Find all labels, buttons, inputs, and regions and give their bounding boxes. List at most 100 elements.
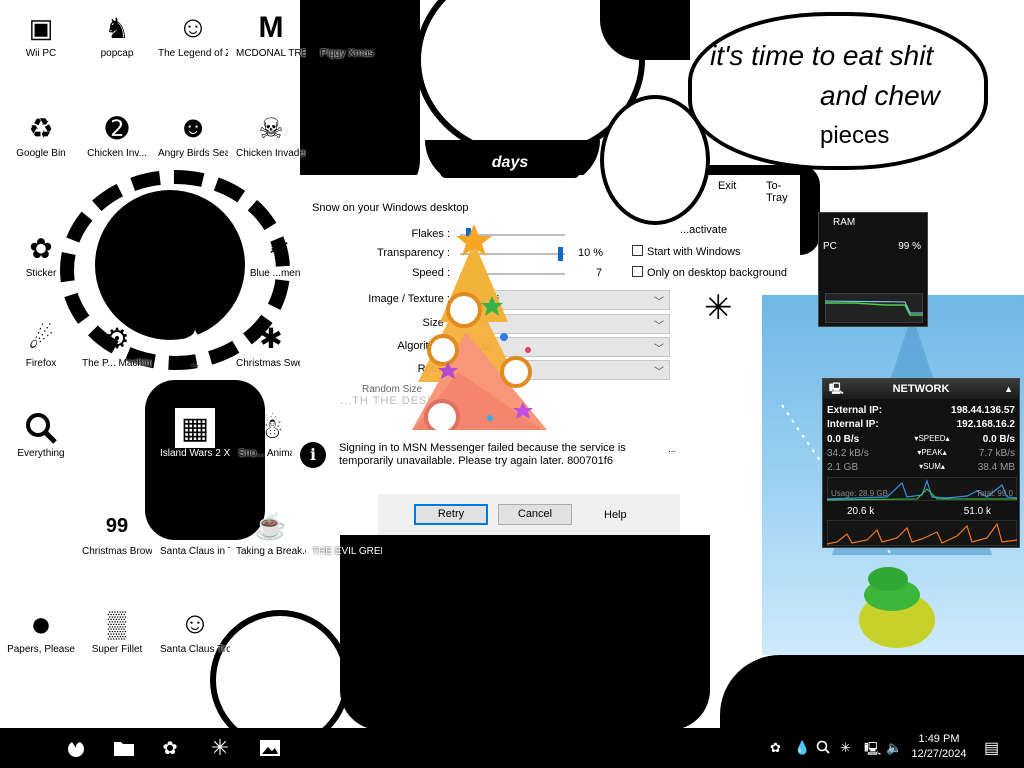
- magnifier-icon: [21, 408, 61, 448]
- image-taskbar-icon[interactable]: [254, 734, 286, 762]
- network-tray-icon[interactable]: 🖳: [864, 740, 881, 762]
- coffee-icon: ☕: [254, 510, 288, 541]
- notification-icon[interactable]: ▤: [984, 738, 999, 758]
- search-tray-icon[interactable]: [816, 740, 830, 757]
- desktop-icon-label: Wii PC: [25, 48, 57, 59]
- sum-label: ▾SUM▴: [919, 462, 945, 471]
- checkbox-box[interactable]: [632, 266, 643, 277]
- desktop-icon-super-fillet[interactable]: ▒ Super Fillet: [82, 604, 152, 656]
- snowflake-taskbar-icon[interactable]: ✳: [204, 734, 236, 762]
- desktop-icon-label: Super Fillet: [91, 644, 143, 655]
- desktop-icon-firefox[interactable]: ☄ Firefox: [6, 318, 76, 370]
- retry-button[interactable]: Retry: [414, 504, 488, 525]
- checkbox-start-with-windows[interactable]: Start with Windows: [632, 245, 741, 258]
- desktop-icon-google-bin[interactable]: ♻ Google Bin: [6, 108, 76, 160]
- peak-label: ▾PEAK▴: [917, 448, 947, 457]
- desktop-icon-label: Taking a Break.exe: [236, 546, 306, 557]
- internal-ip-value: 192.168.16.2: [956, 419, 1015, 430]
- desktop-icon-label: Angry Birds Seasons: [158, 148, 228, 159]
- desktop-icon-island-wars[interactable]: ▦ Island Wars 2 Xmas: [160, 408, 230, 460]
- usage-label: Usage: 28.9 GB: [831, 489, 888, 498]
- desktop-icon-popcap[interactable]: ♞ popcap: [82, 8, 152, 60]
- desktop-icon-unknown[interactable]: ✦ ...: [160, 318, 230, 370]
- desktop-icon-chicken-invaders-u[interactable]: ☠ Chicken Invaders U...: [236, 108, 306, 160]
- cancel-button[interactable]: Cancel: [498, 504, 572, 525]
- super-fillet-icon: ▒: [107, 608, 127, 639]
- checkbox-label: ...activate: [680, 224, 728, 236]
- chevron-down-icon[interactable]: ﹀: [654, 317, 664, 332]
- paw-taskbar-icon[interactable]: ✿: [154, 734, 186, 762]
- santa-icon: ☻: [179, 509, 211, 542]
- mcdonald-icon: M: [258, 11, 284, 44]
- star-icon: ✦: [184, 324, 206, 352]
- checkbox-label: Only on desktop background: [647, 267, 788, 279]
- desktop-icon-label: ...: [190, 358, 200, 369]
- desktop-icon-santa-trouble[interactable]: ☻ Santa Claus in Trouble: [160, 506, 230, 558]
- network-title: NETWORK: [892, 383, 950, 395]
- dialog-button-bar: Retry Cancel Help: [378, 494, 680, 535]
- graph-scale-left: 20.6 k: [847, 506, 875, 517]
- msn-error-dialog: i Signing in to MSN Messenger failed bec…: [292, 430, 688, 535]
- menu-to-tray[interactable]: To-Tray: [766, 180, 800, 204]
- volume-muted-icon[interactable]: 🔈: [886, 740, 902, 756]
- firefox-taskbar-icon[interactable]: [60, 734, 92, 762]
- black-bottom-right: [720, 655, 1024, 728]
- desktop-icon-label: The Legend of Zilda: [158, 48, 228, 59]
- slider-value: 10 %: [578, 247, 604, 259]
- bubble-line-3: pieces: [820, 122, 890, 149]
- peak-row: 34.2 kB/s ▾PEAK▴ 7.7 kB/s: [827, 448, 1015, 461]
- chevron-down-icon[interactable]: ﹀: [654, 363, 664, 378]
- taskbar-clock[interactable]: 1:49 PM 12/27/2024: [904, 732, 974, 762]
- dialog-message: Signing in to MSN Messenger failed becau…: [339, 442, 626, 467]
- desktop-icon-christmas-browser[interactable]: 99 Christmas Browser 99: [82, 506, 152, 558]
- candy-icon: ✱: [259, 322, 283, 354]
- desktop-icon-wii-pc[interactable]: ▣ Wii PC: [6, 8, 76, 60]
- desktop-icon-zilda[interactable]: ☺ The Legend of Zilda: [158, 8, 228, 60]
- desktop-icon-everything[interactable]: Everything: [6, 408, 76, 460]
- desktop-icon-label: Piggy Xmas: [320, 48, 374, 59]
- peak-up: 7.7 kB/s: [978, 448, 1015, 459]
- desktop-icon-mcdonald[interactable]: M MCDONAL TREASURE...: [236, 8, 306, 60]
- speed-down: 0.0 B/s: [827, 434, 860, 445]
- desktop-icon-papers-please[interactable]: ● Papers, Please: [6, 603, 76, 656]
- menu-exit[interactable]: Exit: [718, 180, 736, 192]
- network-gadget: 🖳 NETWORK ▲ External IP: 198.44.136.57 I…: [822, 378, 1020, 548]
- snowflake-tray-icon[interactable]: ✳: [840, 740, 851, 756]
- ram-left-label: PC: [823, 241, 837, 252]
- help-button[interactable]: Help: [604, 509, 627, 521]
- desktop-icon-label: THE EVIL GREEN ME...: [312, 546, 382, 557]
- zilda-icon: ☺: [177, 11, 209, 44]
- chevron-down-icon[interactable]: ﹀: [654, 340, 664, 355]
- desktop-icon-label: Papers, Please: [7, 644, 75, 655]
- dialog-ellipsis: ...: [668, 444, 677, 455]
- network-header: 🖳 NETWORK ▲: [823, 379, 1019, 399]
- info-icon: i: [300, 442, 326, 468]
- desktop-icon-sticker[interactable]: ✿ Sticker: [6, 228, 76, 280]
- drop-tray-icon[interactable]: 💧: [794, 740, 810, 756]
- speed-row: 0.0 B/s ▾SPEED▴ 0.0 B/s: [827, 434, 1015, 447]
- paw-tray-icon[interactable]: ✿: [770, 740, 781, 756]
- collapse-icon[interactable]: ▲: [1004, 379, 1013, 399]
- desktop-icon-piggy-xmas[interactable]: ✉ Piggy Xmas: [312, 8, 382, 60]
- clock-date: 12/27/2024: [911, 748, 967, 760]
- christmas-tree-icon: [408, 224, 553, 437]
- desktop-icon-label: MCDONAL TREASURE...: [236, 48, 306, 59]
- sum-down: 2.1 GB: [827, 462, 859, 473]
- snow-globe-banner: days: [440, 148, 580, 178]
- popcap-icon: ♞: [104, 12, 130, 44]
- desktop-icon-christmas-sweets[interactable]: ✱ Christmas Sweets.exe: [236, 318, 306, 370]
- desktop-icon-angry-birds[interactable]: ☻ Angry Birds Seasons: [158, 108, 228, 160]
- snowflake-icon: ❄: [268, 232, 290, 263]
- desktop-icon-machine[interactable]: ⚙ The P... Machine 2...: [82, 318, 152, 370]
- piggy-xmas-icon: ✉: [336, 12, 358, 43]
- papers-please-icon: ●: [30, 603, 52, 644]
- snow-window-title: Snow on your Windows desktop: [312, 202, 469, 214]
- checkbox-activate[interactable]: ...activate: [680, 224, 727, 236]
- checkbox-desktop-background[interactable]: Only on desktop background: [632, 266, 787, 279]
- chevron-down-icon[interactable]: ﹀: [654, 293, 664, 308]
- desktop-icon-chicken-inv[interactable]: ➋ Chicken Inv...: [82, 108, 152, 160]
- checkbox-box[interactable]: [632, 245, 643, 256]
- desktop-icon-santa-claus-trouble[interactable]: ☺ Santa Claus Trouble: [160, 604, 230, 656]
- folder-taskbar-icon[interactable]: [108, 734, 140, 762]
- desktop-icon-label: Santa Claus Trouble: [160, 644, 230, 655]
